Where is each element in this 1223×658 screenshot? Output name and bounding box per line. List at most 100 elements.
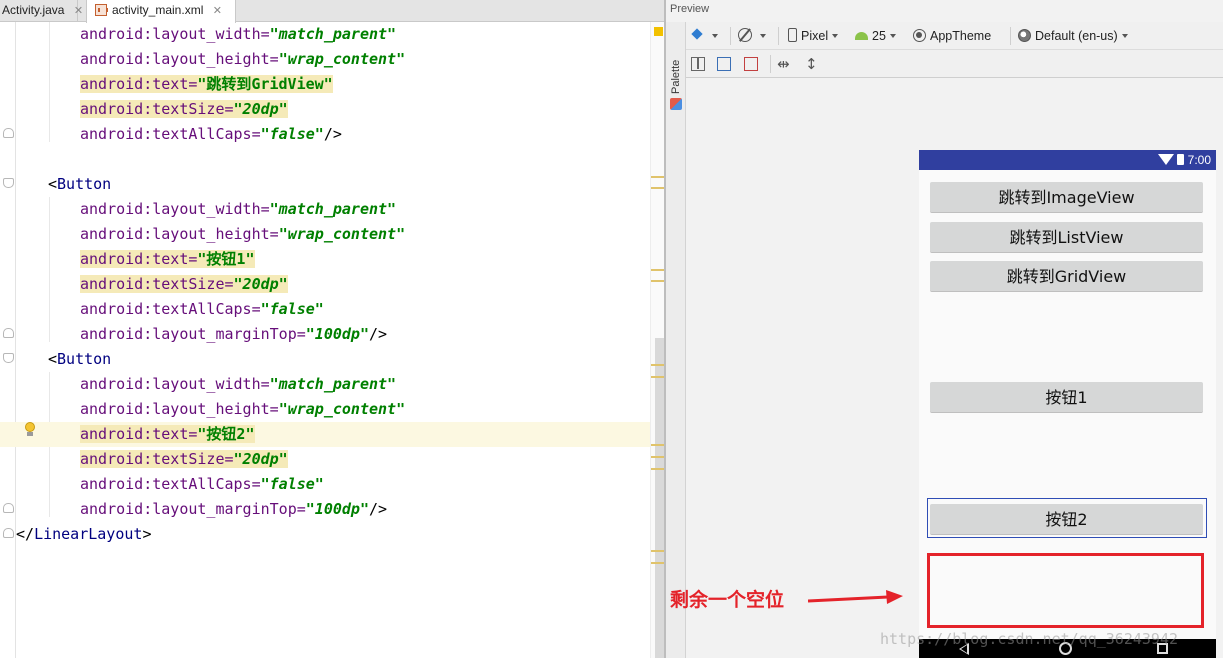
code-line[interactable]: android:text="按钮1" — [0, 247, 650, 272]
xml-value: "false" — [260, 475, 324, 493]
code-line[interactable]: android:layout_marginTop="100dp"/> — [0, 497, 650, 522]
jump-to-imageview-button[interactable]: 跳转到ImageView — [930, 182, 1203, 213]
code-line[interactable]: <Button — [0, 172, 650, 197]
xml-attribute: android:layout_height= — [80, 50, 279, 68]
error-stripe-mark[interactable] — [651, 280, 665, 282]
error-stripe-mark[interactable] — [651, 468, 665, 470]
error-overlay-icon[interactable] — [744, 57, 758, 71]
tab-label: activity_main.xml — [112, 3, 204, 17]
error-stripe-mark[interactable] — [651, 364, 665, 366]
error-stripe-mark[interactable] — [651, 550, 665, 552]
palette-strip[interactable]: Palette — [666, 22, 686, 658]
device-dropdown[interactable]: Pixel — [788, 28, 839, 44]
code-line[interactable]: android:layout_height="wrap_content" — [0, 397, 650, 422]
layers-icon — [690, 28, 704, 42]
xml-tag-name: Button — [57, 350, 112, 368]
theme-icon — [913, 29, 926, 42]
code-line[interactable]: android:textSize="20dp" — [0, 97, 650, 122]
error-stripe-mark[interactable] — [651, 176, 665, 178]
annotation-label: 剩余一个空位 — [670, 589, 785, 611]
horizontal-resize-icon[interactable]: ⇹ — [777, 55, 790, 73]
tab-label: Activity.java — [2, 3, 65, 17]
button-1[interactable]: 按钮1 — [930, 382, 1203, 413]
code-line[interactable]: android:text="跳转到GridView" — [0, 72, 650, 97]
xml-value: "wrap_content" — [278, 50, 406, 68]
error-stripe-mark[interactable] — [651, 269, 665, 271]
error-stripe-mark[interactable] — [651, 444, 665, 446]
xml-attribute: android:textSize="20dp" — [80, 100, 288, 118]
blueprint-view-icon[interactable] — [717, 57, 731, 71]
design-surface-dropdown[interactable] — [690, 28, 718, 44]
jump-to-listview-button[interactable]: 跳转到ListView — [930, 222, 1203, 253]
code-line[interactable]: android:layout_width="match_parent" — [0, 197, 650, 222]
warning-indicator-icon[interactable] — [654, 27, 663, 36]
device-label: Pixel — [801, 29, 829, 43]
error-stripe-mark[interactable] — [651, 456, 665, 458]
toolbar-divider — [770, 55, 771, 73]
xml-value: "wrap_content" — [278, 400, 406, 418]
tag-open: </ — [16, 525, 35, 543]
toolbar-divider — [1010, 27, 1011, 45]
chevron-down-icon — [760, 34, 766, 38]
tag-close: > — [142, 525, 152, 543]
error-stripe-mark[interactable] — [651, 562, 665, 564]
button-2[interactable]: 按钮2 — [930, 504, 1203, 535]
xml-tag-name: LinearLayout — [34, 525, 143, 543]
tab-activity-main-xml[interactable]: activity_main.xml ✕ — [86, 0, 236, 23]
watermark: https://blog.csdn.net/qq_36243942 — [880, 630, 1179, 648]
tab-activity-java[interactable]: Activity.java ✕ — [0, 0, 83, 22]
api-level-dropdown[interactable]: 25 — [855, 28, 896, 44]
tag-close: /> — [323, 125, 342, 143]
xml-attribute: android:text="跳转到GridView" — [80, 75, 333, 93]
code-line[interactable]: android:layout_height="wrap_content" — [0, 222, 650, 247]
xml-value: "按钮2 — [197, 425, 246, 443]
xml-value: "20dp" — [233, 275, 288, 293]
theme-selector[interactable]: AppTheme — [913, 28, 991, 44]
code-line[interactable]: </LinearLayout> — [0, 522, 650, 547]
code-line[interactable]: android:textAllCaps="false"/> — [0, 122, 650, 147]
orientation-dropdown[interactable] — [738, 28, 766, 44]
code-line[interactable]: android:layout_height="wrap_content" — [0, 47, 650, 72]
xml-attribute: android:layout_marginTop= — [80, 500, 306, 518]
error-stripe-mark[interactable] — [651, 187, 665, 189]
code-line-current[interactable]: android:text="按钮2" — [0, 422, 650, 447]
xml-attribute: android:layout_width= — [80, 25, 270, 43]
xml-attribute: android:text="按钮1" — [80, 250, 255, 268]
android-icon — [855, 32, 868, 40]
locale-dropdown[interactable]: Default (en-us) — [1018, 28, 1128, 44]
split-view-icon[interactable] — [691, 57, 705, 71]
vertical-resize-icon[interactable]: ↕ — [805, 55, 818, 73]
editor-scrollbar[interactable] — [650, 22, 665, 658]
status-time: 7:00 — [1187, 153, 1211, 167]
code-line[interactable]: android:layout_width="match_parent" — [0, 22, 650, 47]
xml-file-icon — [95, 4, 108, 16]
close-icon[interactable]: ✕ — [74, 5, 83, 17]
xml-attribute: android:text="按钮2" — [80, 425, 255, 443]
globe-icon — [1018, 29, 1031, 42]
close-icon[interactable]: ✕ — [213, 5, 222, 17]
jump-to-gridview-button[interactable]: 跳转到GridView — [930, 261, 1203, 292]
xml-tag-name: Button — [57, 175, 112, 193]
wifi-icon — [1157, 154, 1174, 165]
palette-icon[interactable] — [670, 98, 682, 110]
code-editor[interactable]: Activity.java ✕ activity_main.xml ✕ andr… — [0, 0, 665, 658]
code-line[interactable]: android:layout_width="match_parent" — [0, 372, 650, 397]
code-line[interactable]: <Button — [0, 347, 650, 372]
xml-attribute: android:layout_height= — [80, 400, 279, 418]
palette-label[interactable]: Palette — [670, 60, 682, 94]
error-stripe-mark[interactable] — [651, 376, 665, 378]
editor-tab-bar: Activity.java ✕ activity_main.xml ✕ — [0, 0, 664, 23]
xml-attribute: android:textAllCaps= — [80, 125, 261, 143]
xml-attribute: android:layout_width= — [80, 375, 270, 393]
code-line[interactable]: android:layout_marginTop="100dp"/> — [0, 322, 650, 347]
code-line[interactable]: android:textSize="20dp" — [0, 272, 650, 297]
status-icons: 7:00 — [1157, 153, 1211, 167]
xml-value: "false" — [260, 300, 324, 318]
code-line[interactable]: android:textSize="20dp" — [0, 447, 650, 472]
annotation-highlight-box — [927, 553, 1204, 628]
chevron-down-icon — [832, 34, 839, 38]
xml-value: "按钮1" — [197, 250, 255, 268]
lightbulb-icon[interactable] — [24, 422, 36, 438]
code-line[interactable]: android:textAllCaps="false" — [0, 297, 650, 322]
code-line[interactable]: android:textAllCaps="false" — [0, 472, 650, 497]
